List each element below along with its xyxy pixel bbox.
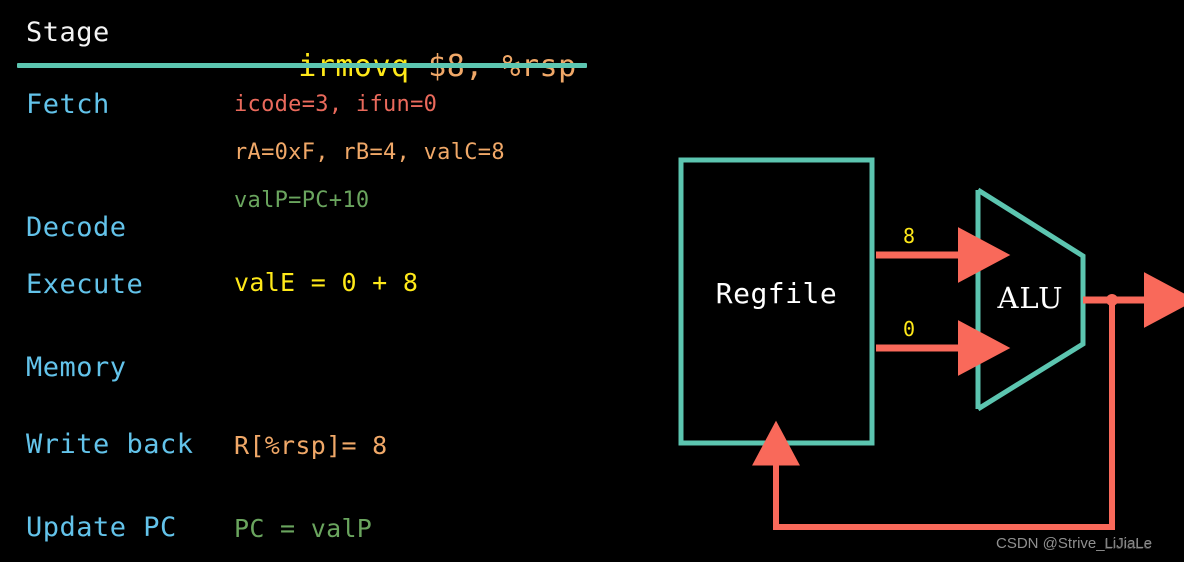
update-pc-detail: PC = valP	[234, 514, 373, 543]
stage-label-write-back: Write back	[26, 429, 194, 460]
fetch-detail-registers: rA=0xF, rB=4, valC=8	[234, 140, 505, 165]
wire-value-label-top: 8	[903, 224, 916, 248]
stage-label-decode: Decode	[26, 212, 127, 243]
write-back-detail-register: R[%rsp]= 8	[234, 431, 388, 460]
regfile-label: Regfile	[715, 277, 838, 310]
header-divider-rule	[17, 63, 587, 68]
stage-label-fetch: Fetch	[26, 89, 110, 120]
wire-value-label-bottom: 0	[903, 317, 916, 341]
writeback-feedback-wire	[752, 300, 1115, 530]
fetch-detail-valp: valP=PC+10	[234, 188, 370, 213]
slide-root: Stage irmovq $8, %rsp Fetch Decode Execu…	[0, 0, 1184, 562]
stage-label-update-pc: Update PC	[26, 512, 177, 543]
output-junction-dot	[1106, 294, 1118, 306]
execute-detail-vale: valE = 0 + 8	[234, 268, 419, 297]
stage-label-memory: Memory	[26, 352, 127, 383]
csdn-watermark-ghost: LiJiaLe	[1104, 536, 1152, 553]
page-title-stage-column: Stage	[26, 17, 110, 48]
stage-label-execute: Execute	[26, 269, 144, 300]
alu-label: ALU	[997, 281, 1064, 315]
fetch-detail-icode-ifun: icode=3, ifun=0	[234, 92, 438, 117]
